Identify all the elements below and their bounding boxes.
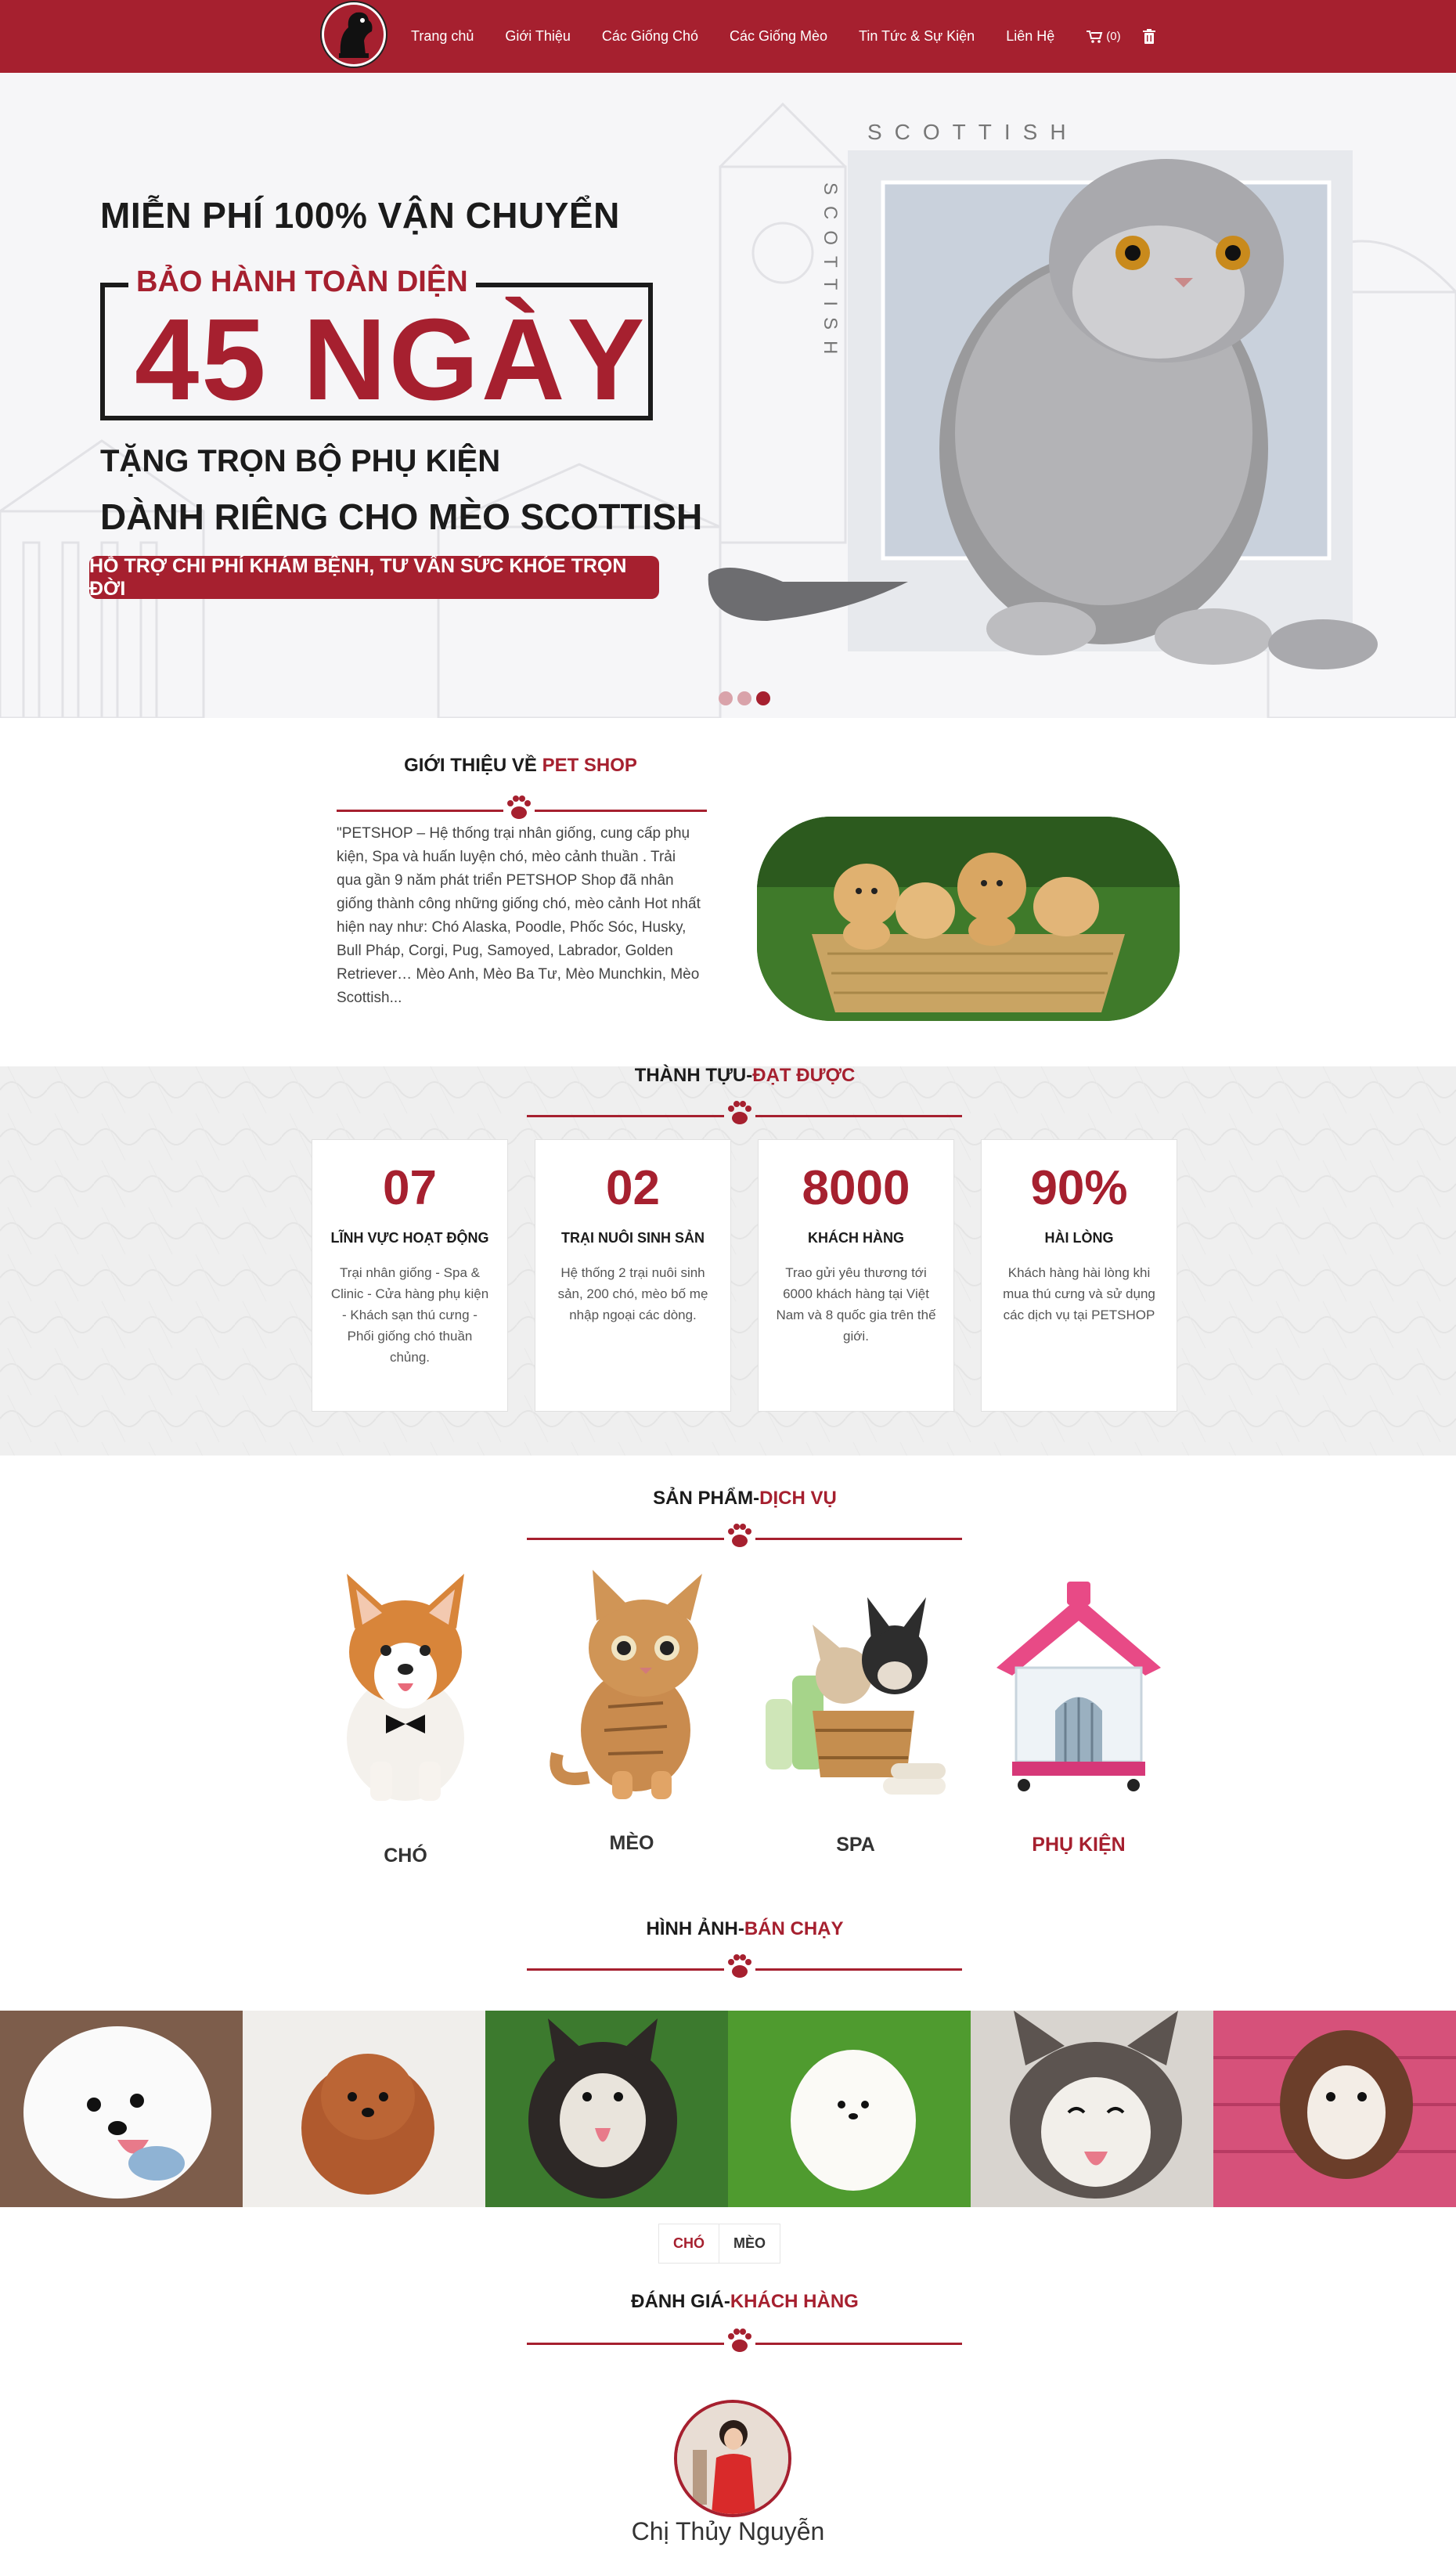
cart-button[interactable]: (0): [1086, 30, 1121, 44]
stat-number: 02: [606, 1161, 660, 1215]
slider-dot-3[interactable]: [756, 691, 770, 705]
stat-label: LĨNH VỰC HOẠT ĐỘNG: [330, 1230, 489, 1246]
nav-about[interactable]: Giới Thiệu: [505, 28, 571, 45]
paw-icon: [503, 792, 535, 822]
stat-card: 8000 KHÁCH HÀNG Trao gửi yêu thương tới …: [758, 1139, 954, 1412]
gallery-heading: HÌNH ẢNH-BÁN CHẠY: [0, 1918, 1456, 1940]
product-spa[interactable]: SPA: [758, 1566, 953, 1856]
product-name[interactable]: PHỤ KIỆN: [981, 1834, 1177, 1856]
gallery-heading-accent: BÁN CHẠY: [744, 1918, 844, 1939]
gallery-photo-pomeranian-grass[interactable]: [728, 2011, 971, 2207]
intro-heading-accent: PET SHOP: [542, 755, 637, 776]
reviews-heading: ĐÁNH GIÁ-KHÁCH HÀNG: [0, 2291, 1456, 2313]
achievements-heading-accent: ĐẠT ĐƯỢC: [752, 1065, 856, 1086]
achievements-heading: THÀNH TỰU-ĐẠT ĐƯỢC: [0, 1065, 1456, 1087]
nav-home[interactable]: Trang chủ: [411, 28, 474, 45]
nav-dog-breeds[interactable]: Các Giống Chó: [602, 28, 698, 45]
nav-cat-breeds[interactable]: Các Giống Mèo: [730, 28, 827, 45]
hero-brand-horizontal: SCOTTISH: [867, 120, 1079, 144]
gallery-photo-alaskan-pen[interactable]: [1213, 2011, 1456, 2207]
slider-dot-2[interactable]: [737, 691, 751, 705]
bestseller-gallery: [0, 2011, 1456, 2207]
products-heading-prefix: SẢN PHẨM-: [653, 1488, 760, 1509]
reviewer-name: Chị Thủy Nguyễn: [631, 2517, 825, 2545]
slider-dot-1[interactable]: [719, 691, 733, 705]
intro-paragraph: "PETSHOP – Hệ thống trại nhân giống, cun…: [337, 825, 701, 1006]
reviews-heading-accent: KHÁCH HÀNG: [730, 2291, 859, 2312]
stat-description: Hệ thống 2 trại nuôi sinh sản, 200 chó, …: [557, 1265, 708, 1322]
slider-dots: [719, 691, 770, 705]
hero-free-shipping: MIỄN PHÍ 100% VẬN CHUYỂN: [100, 195, 620, 236]
hero-scottish-text: DÀNH RIÊNG CHO MÈO SCOTTISH: [100, 496, 703, 537]
puppies-basket-photo: [757, 817, 1180, 1021]
stat-label: HÀI LÒNG: [1044, 1230, 1114, 1246]
stat-description: Trại nhân giống - Spa & Clinic - Cửa hàn…: [330, 1265, 489, 1365]
stat-label: KHÁCH HÀNG: [808, 1230, 904, 1246]
tab-cats[interactable]: MÈO: [719, 2224, 780, 2263]
cart-count: (0): [1106, 30, 1121, 43]
hero-slider[interactable]: MIỄN PHÍ 100% VẬN CHUYỂN BẢO HÀNH TOÀN D…: [0, 73, 1456, 718]
paw-icon: [724, 1098, 755, 1127]
nav-news[interactable]: Tin Tức & Sự Kiện: [859, 28, 975, 45]
product-dog[interactable]: CHÓ: [308, 1566, 503, 1867]
reviewer-avatar: [674, 2400, 791, 2517]
product-cat[interactable]: MÈO: [534, 1566, 730, 1854]
gallery-photo-husky-smile[interactable]: [971, 2011, 1213, 2207]
petshop-logo[interactable]: [317, 0, 391, 69]
stat-card: 90% HÀI LÒNG Khách hàng hài lòng khi mua…: [981, 1139, 1177, 1412]
corgi-image: [347, 1574, 464, 1801]
stat-number: 90%: [1030, 1161, 1128, 1215]
nav-contact[interactable]: Liên Hệ: [1006, 28, 1054, 45]
gallery-photo-alaskan-puppy[interactable]: [485, 2011, 728, 2207]
achievements-heading-prefix: THÀNH TỰU-: [634, 1065, 753, 1086]
main-menu: Trang chủ Giới Thiệu Các Giống Chó Các G…: [411, 28, 1155, 45]
gallery-photo-poodle[interactable]: [243, 2011, 485, 2207]
paw-icon: [724, 1520, 755, 1550]
gallery-photo-pomeranian-white[interactable]: [0, 2011, 243, 2207]
product-accessories[interactable]: PHỤ KIỆN: [981, 1566, 1177, 1856]
hero-warranty-days: 45 NGÀY: [135, 295, 647, 424]
gallery-tabs: CHÓ MÈO: [658, 2224, 781, 2264]
hero-warranty-box: BẢO HÀNH TOÀN DIỆN 45 NGÀY: [100, 265, 653, 424]
product-name[interactable]: SPA: [758, 1834, 953, 1856]
reviews-heading-prefix: ĐÁNH GIÁ-: [631, 2291, 730, 2312]
stat-number: 8000: [802, 1161, 910, 1215]
kitten-image: [550, 1570, 702, 1799]
products-heading: SẢN PHẨM-DỊCH VỤ: [0, 1488, 1456, 1510]
tab-dogs[interactable]: CHÓ: [659, 2224, 719, 2263]
intro-heading: GIỚI THIỆU VỀ PET SHOP: [337, 755, 705, 777]
stat-label: TRẠI NUÔI SINH SẢN: [560, 1230, 705, 1246]
hero-health-support-badge: HỖ TRỢ CHI PHÍ KHÁM BỆNH, TƯ VẤN SỨC KHỎ…: [89, 555, 659, 600]
product-name[interactable]: MÈO: [534, 1832, 730, 1855]
product-name[interactable]: CHÓ: [308, 1845, 503, 1867]
paw-icon: [724, 2325, 755, 2355]
cart-icon: [1087, 30, 1103, 43]
hero-accessories-text: TẶNG TRỌN BỘ PHỤ KIỆN: [100, 444, 501, 478]
stat-card: 07 LĨNH VỰC HOẠT ĐỘNG Trại nhân giống - …: [312, 1139, 508, 1412]
stat-description: Trao gửi yêu thương tới 6000 khách hàng …: [776, 1265, 936, 1344]
paw-icon: [724, 1951, 755, 1981]
intro-heading-prefix: GIỚI THIỆU VỀ: [404, 755, 537, 776]
stat-card: 02 TRẠI NUÔI SINH SẢN Hệ thống 2 trại nu…: [535, 1139, 731, 1412]
stat-description: Khách hàng hài lòng khi mua thú cưng và …: [1003, 1265, 1155, 1322]
gallery-heading-prefix: HÌNH ẢNH-: [646, 1918, 744, 1939]
trash-icon[interactable]: [1142, 28, 1155, 45]
stat-number: 07: [383, 1161, 437, 1215]
products-heading-accent: DỊCH VỤ: [759, 1488, 837, 1509]
hero-brand-vertical: SCOTTISH: [820, 182, 841, 366]
spa-image: [766, 1597, 946, 1795]
hero-warranty-label: BẢO HÀNH TOÀN DIỆN: [128, 265, 476, 299]
top-navbar: Trang chủ Giới Thiệu Các Giống Chó Các G…: [0, 0, 1456, 73]
pet-house-image: [996, 1582, 1161, 1791]
